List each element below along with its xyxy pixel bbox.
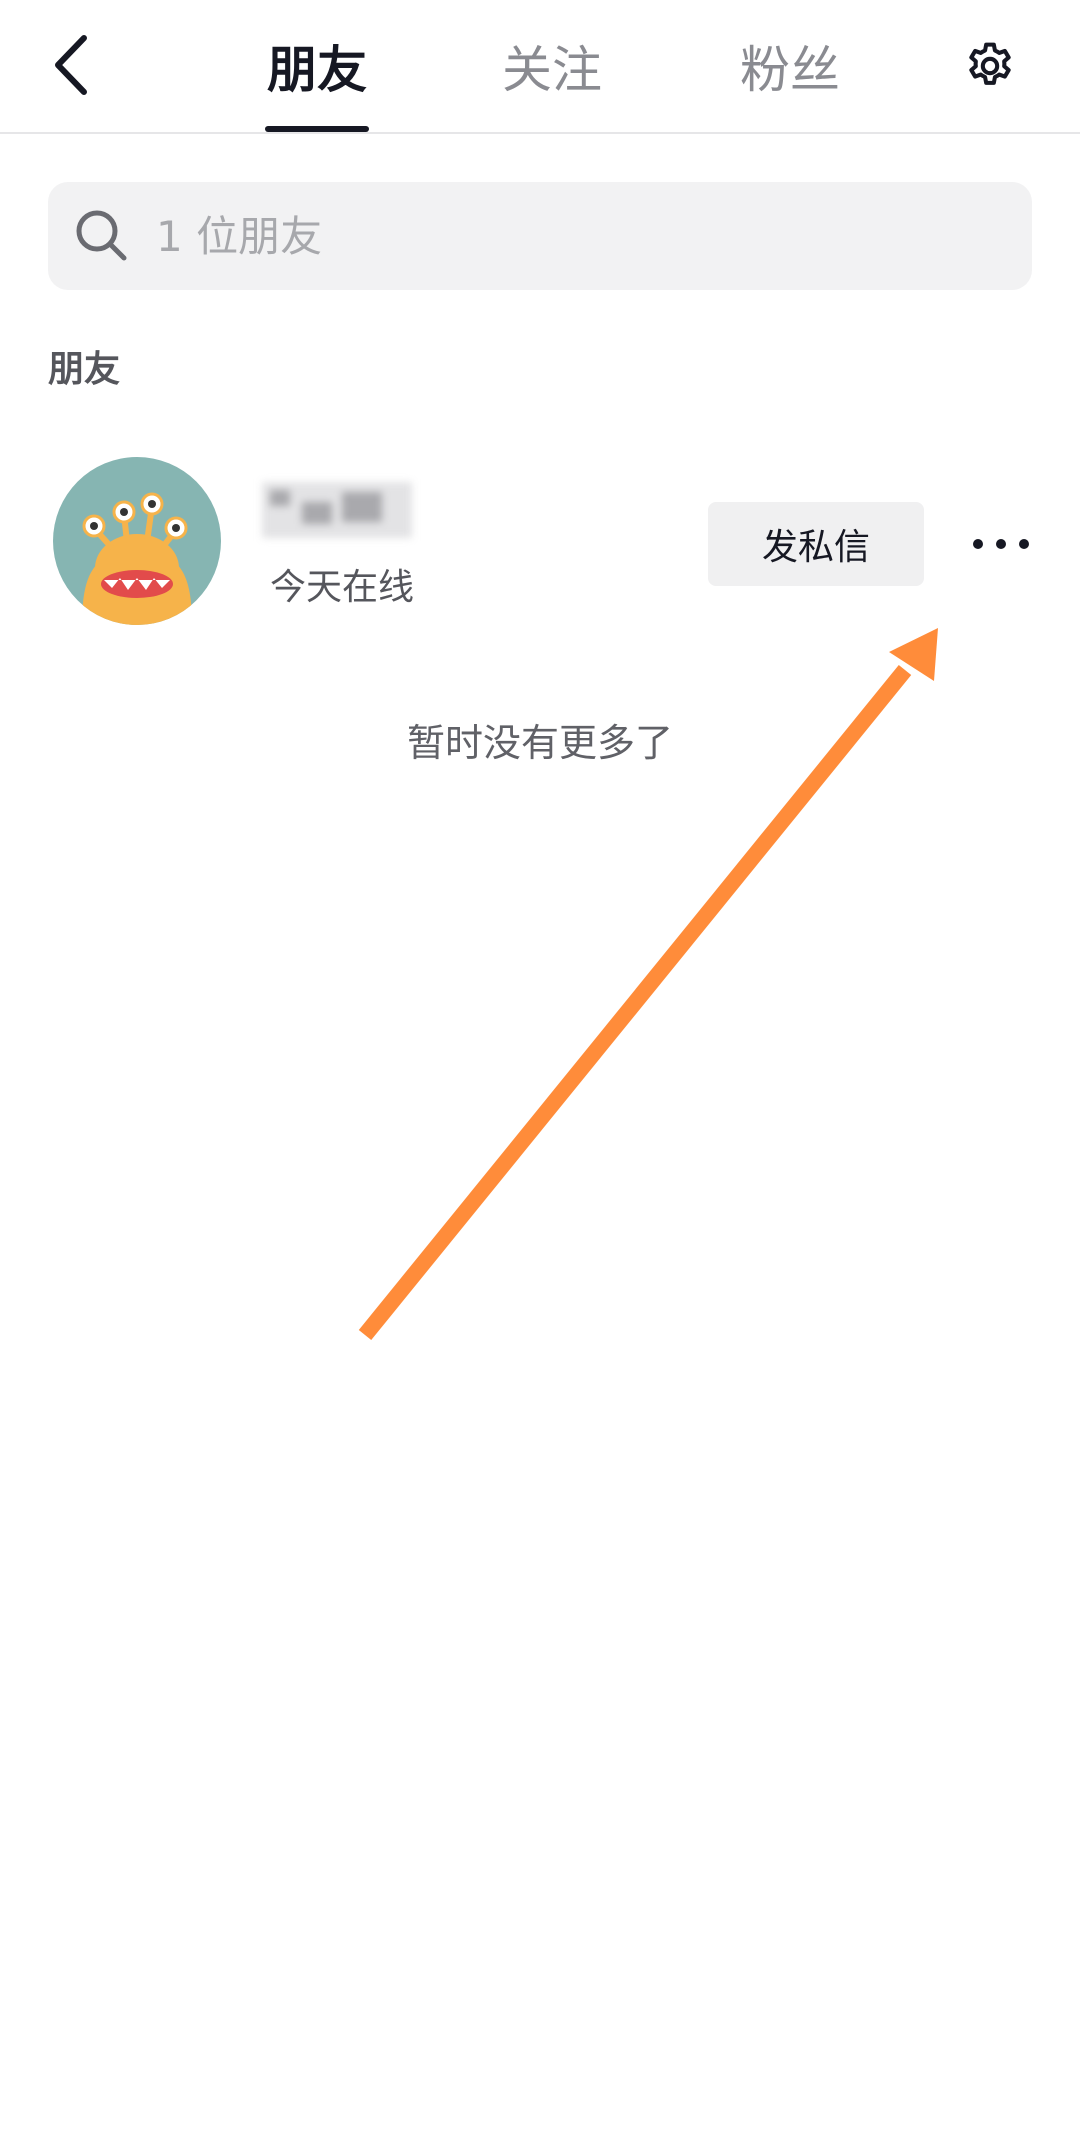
annotation-arrow-icon (358, 628, 938, 1341)
section-title: 朋友 (48, 349, 121, 390)
gear-icon (969, 42, 1011, 85)
search-bar[interactable] (48, 182, 1032, 290)
search-input[interactable] (154, 210, 978, 262)
tab-friends[interactable]: 朋友 (255, 30, 379, 110)
send-message-button[interactable]: 发私信 (708, 502, 924, 586)
avatar[interactable] (52, 456, 222, 626)
list-end-message: 暂时没有更多了 (406, 721, 673, 765)
search-icon (72, 206, 132, 266)
chevron-left-icon (55, 35, 87, 95)
settings-button[interactable] (960, 36, 1020, 96)
tab-following[interactable]: 关注 (490, 30, 614, 110)
back-button[interactable] (40, 30, 100, 100)
friend-list-item[interactable]: 今天在线 发私信 (0, 450, 1080, 630)
top-nav-bar: 朋友 关注 粉丝 (0, 0, 1080, 134)
more-options-button[interactable] (966, 512, 1036, 576)
online-status: 今天在线 (270, 567, 415, 608)
tab-fans[interactable]: 粉丝 (728, 30, 852, 110)
username-redacted (262, 482, 412, 538)
more-dots-icon (973, 539, 1029, 549)
active-tab-indicator (265, 126, 369, 132)
